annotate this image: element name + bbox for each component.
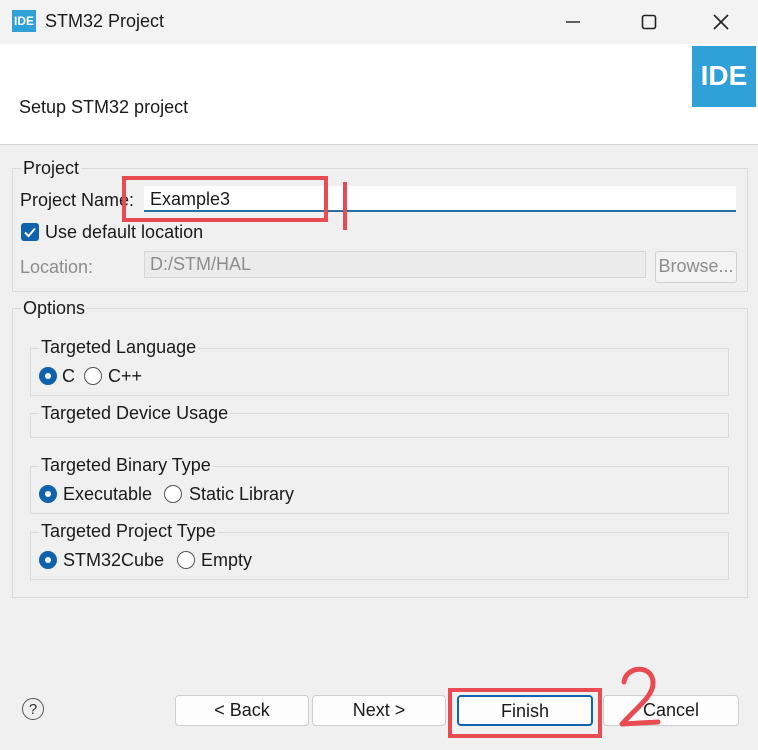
options-group-title: Options	[21, 298, 88, 319]
browse-button: Browse...	[655, 251, 737, 283]
minimize-icon	[566, 21, 580, 23]
maximize-button[interactable]	[614, 0, 684, 44]
location-label: Location:	[20, 257, 94, 277]
binary-executable-label: Executable	[63, 484, 153, 504]
project-group-title: Project	[21, 158, 82, 179]
annotation-number-1	[343, 182, 347, 230]
close-button[interactable]	[686, 0, 756, 44]
minimize-button[interactable]	[538, 0, 608, 44]
title-bar: IDE STM32 Project	[0, 0, 758, 44]
binary-type-group-title: Targeted Binary Type	[39, 455, 213, 476]
project-type-empty-radio[interactable]	[177, 551, 195, 569]
wizard-banner: Setup STM32 project IDE	[0, 44, 758, 145]
app-icon: IDE	[12, 10, 36, 32]
device-usage-group-title: Targeted Device Usage	[39, 403, 231, 424]
language-group-title: Targeted Language	[39, 337, 199, 358]
language-cpp-label: C++	[108, 366, 143, 386]
project-type-stm32cube-radio[interactable]	[39, 551, 57, 569]
binary-static-library-radio[interactable]	[164, 485, 182, 503]
ide-logo: IDE	[692, 46, 756, 107]
language-c-label: C	[62, 366, 75, 386]
help-icon[interactable]: ?	[22, 698, 44, 720]
wizard-title: Setup STM32 project	[19, 97, 189, 117]
project-name-label: Project Name:	[20, 190, 135, 210]
use-default-location-label: Use default location	[45, 222, 204, 242]
project-type-group-title: Targeted Project Type	[39, 521, 218, 542]
maximize-icon	[641, 14, 657, 30]
close-icon	[713, 14, 729, 30]
binary-executable-radio[interactable]	[39, 485, 57, 503]
back-button[interactable]: < Back	[175, 695, 309, 726]
annotation-box-project-name	[122, 176, 328, 222]
language-c-radio[interactable]	[39, 367, 57, 385]
language-cpp-radio[interactable]	[84, 367, 102, 385]
annotation-box-finish	[448, 688, 602, 738]
checkmark-icon	[24, 227, 36, 238]
annotation-number-2	[619, 666, 661, 727]
window-title: STM32 Project	[45, 11, 165, 31]
next-button[interactable]: Next >	[312, 695, 446, 726]
use-default-location-checkbox[interactable]	[21, 223, 39, 241]
binary-static-library-label: Static Library	[189, 484, 295, 504]
location-input: D:/STM/HAL	[144, 251, 646, 278]
project-type-empty-label: Empty	[201, 550, 253, 570]
project-type-stm32cube-label: STM32Cube	[63, 550, 165, 570]
